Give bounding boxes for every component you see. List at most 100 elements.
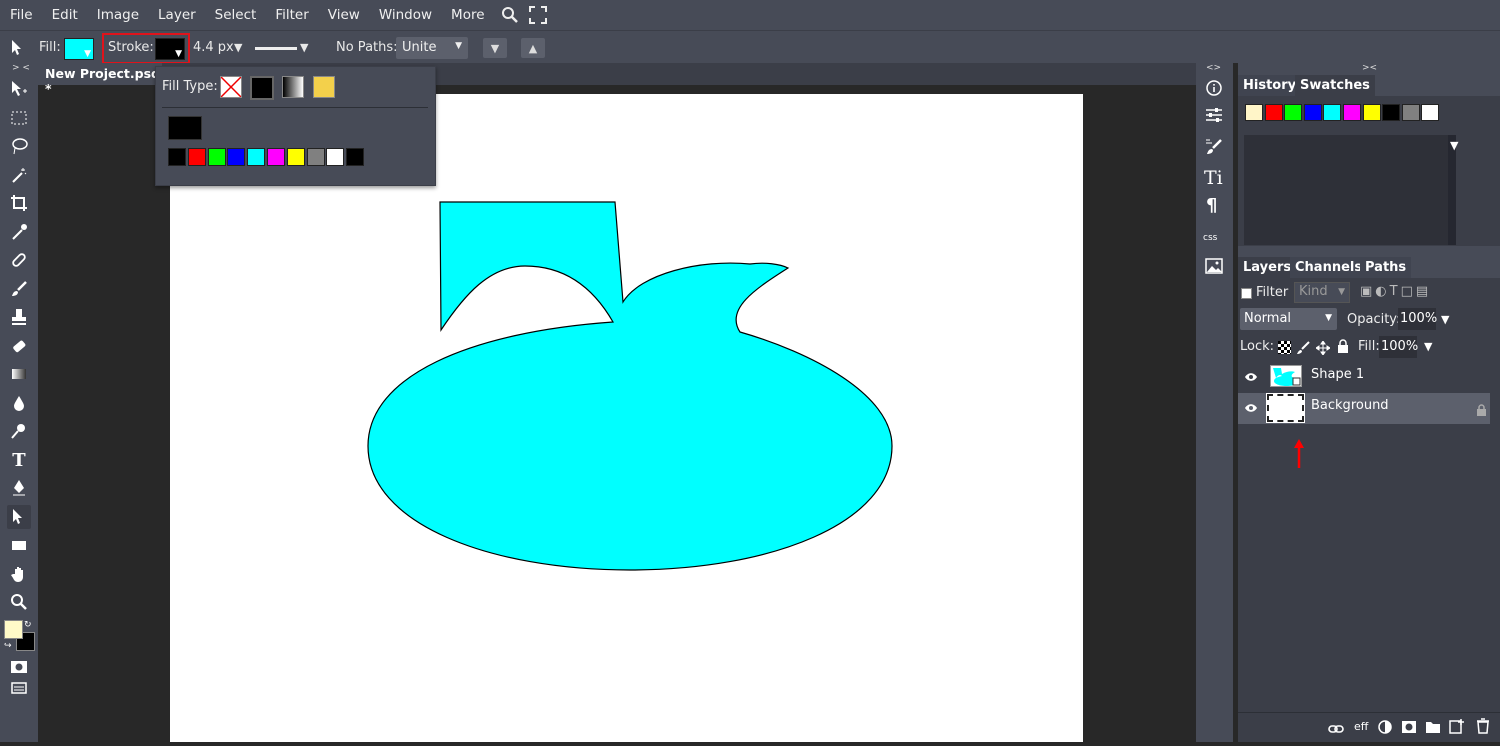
- swatch-color[interactable]: [1343, 104, 1361, 121]
- zoom-icon[interactable]: [7, 590, 31, 614]
- swatch-color[interactable]: [1323, 104, 1342, 121]
- filter-checkbox[interactable]: [1241, 288, 1252, 299]
- menu-window[interactable]: Window: [379, 7, 432, 23]
- menu-file[interactable]: File: [10, 7, 33, 23]
- folder-icon[interactable]: [1425, 719, 1441, 738]
- chevron-down-icon[interactable]: ▼: [234, 41, 242, 54]
- css-icon[interactable]: css: [1203, 233, 1217, 243]
- eraser-icon[interactable]: [7, 334, 31, 358]
- menu-image[interactable]: Image: [97, 7, 139, 23]
- palette-color-swatch[interactable]: [168, 148, 186, 166]
- layer-fill-input[interactable]: 100%: [1379, 336, 1418, 358]
- new-layer-icon[interactable]: [1449, 718, 1465, 738]
- palette-color-swatch[interactable]: [227, 148, 246, 166]
- path-down-button[interactable]: ▼: [483, 38, 507, 58]
- chevron-down-icon[interactable]: ▼: [1441, 313, 1449, 326]
- swatch-color[interactable]: [1401, 104, 1420, 121]
- path-operation-dropdown[interactable]: Unite ▼: [396, 37, 468, 59]
- link-icon[interactable]: [1328, 720, 1344, 739]
- swap-colors-icon[interactable]: ↻: [24, 620, 32, 630]
- lock-move-icon[interactable]: [1315, 340, 1331, 359]
- dodge-icon[interactable]: [7, 419, 31, 443]
- opacity-input[interactable]: 100%: [1398, 308, 1437, 330]
- palette-color-swatch[interactable]: [207, 148, 226, 166]
- menu-layer[interactable]: Layer: [158, 7, 196, 23]
- chevron-down-icon[interactable]: ▼: [300, 41, 308, 54]
- palette-color-swatch[interactable]: [306, 148, 325, 166]
- swatch-color[interactable]: [1382, 104, 1401, 121]
- magic-wand-icon[interactable]: [7, 163, 31, 187]
- path-select-icon[interactable]: [7, 505, 31, 529]
- swatch-color[interactable]: [1264, 104, 1283, 121]
- menu-more[interactable]: More: [451, 7, 484, 23]
- paragraph-icon[interactable]: ¶: [1206, 195, 1217, 216]
- palette-color-swatch[interactable]: [326, 148, 345, 166]
- palette-color-swatch[interactable]: [187, 148, 206, 166]
- lock-paint-icon[interactable]: [1296, 340, 1310, 359]
- no-fill-option[interactable]: [220, 76, 242, 98]
- lasso-icon[interactable]: [7, 134, 31, 158]
- current-stroke-color[interactable]: [168, 116, 202, 140]
- swatch-color[interactable]: [1303, 104, 1322, 121]
- menu-select[interactable]: Select: [215, 7, 257, 23]
- layer-row-shape-1[interactable]: Shape 1: [1238, 362, 1490, 393]
- gradient-fill-option[interactable]: [282, 76, 304, 98]
- visibility-eye-icon[interactable]: [1244, 372, 1258, 382]
- tab-layers[interactable]: Layers: [1238, 257, 1297, 278]
- type-icon[interactable]: T: [7, 448, 31, 472]
- marquee-icon[interactable]: [7, 106, 31, 130]
- cyan-shape[interactable]: [367, 201, 893, 571]
- move-icon[interactable]: [7, 77, 31, 101]
- swatch-color[interactable]: [1245, 104, 1263, 121]
- hand-icon[interactable]: [7, 562, 31, 586]
- lock-transparency-icon[interactable]: [1278, 341, 1291, 354]
- blur-icon[interactable]: [7, 391, 31, 415]
- layer-effects-button[interactable]: eff: [1354, 720, 1368, 733]
- chevron-down-icon[interactable]: ▼: [1424, 340, 1432, 353]
- healing-icon[interactable]: [7, 248, 31, 272]
- stroke-width-value[interactable]: 4.4 px: [193, 40, 234, 55]
- adjust-icon[interactable]: [1205, 106, 1223, 128]
- crop-icon[interactable]: [7, 191, 31, 215]
- layer-row-background[interactable]: Background: [1238, 393, 1490, 424]
- swatch-color[interactable]: [1362, 104, 1381, 121]
- shape-layer-drawing[interactable]: [170, 94, 1083, 742]
- trash-icon[interactable]: [1476, 718, 1490, 738]
- screen-mode-icon[interactable]: [7, 676, 31, 700]
- collapse-toggle[interactable]: > <: [12, 63, 30, 73]
- tab-swatches[interactable]: Swatches: [1295, 75, 1375, 96]
- image-icon[interactable]: [1205, 258, 1223, 278]
- swatch-color[interactable]: [1421, 104, 1440, 121]
- menu-view[interactable]: View: [328, 7, 360, 23]
- foreground-color-swatch[interactable]: [4, 620, 23, 639]
- fill-color-swatch[interactable]: ▼: [64, 38, 94, 60]
- canvas[interactable]: [170, 94, 1083, 742]
- pen-icon[interactable]: [7, 476, 31, 500]
- stroke-style-selector[interactable]: [255, 47, 297, 50]
- swatch-color[interactable]: [1284, 104, 1303, 121]
- collapse-toggle[interactable]: <>: [1206, 63, 1221, 73]
- stamp-icon[interactable]: [7, 305, 31, 329]
- gradient-icon[interactable]: [7, 362, 31, 386]
- eyedropper-icon[interactable]: [7, 220, 31, 244]
- menu-edit[interactable]: Edit: [52, 7, 78, 23]
- palette-color-swatch[interactable]: [247, 148, 266, 166]
- character-icon[interactable]: Ti: [1204, 167, 1223, 189]
- fullscreen-icon[interactable]: [528, 5, 548, 25]
- blend-mode-dropdown[interactable]: Normal ▼: [1240, 308, 1337, 330]
- lock-all-icon[interactable]: [1336, 339, 1350, 358]
- path-up-button[interactable]: ▲: [521, 38, 545, 58]
- palette-color-swatch[interactable]: [346, 148, 365, 166]
- kind-dropdown[interactable]: Kind ▼: [1294, 282, 1350, 303]
- pattern-fill-option[interactable]: [313, 76, 335, 98]
- palette-color-swatch[interactable]: [286, 148, 305, 166]
- brush-settings-icon[interactable]: [1205, 138, 1223, 160]
- brush-icon[interactable]: [7, 277, 31, 301]
- solid-fill-option[interactable]: [250, 76, 274, 100]
- palette-color-swatch[interactable]: [267, 148, 285, 166]
- menu-filter[interactable]: Filter: [275, 7, 308, 23]
- rectangle-icon[interactable]: [7, 533, 31, 557]
- document-tab[interactable]: New Project.psd *: [38, 63, 162, 96]
- tab-history[interactable]: History: [1238, 75, 1302, 96]
- tab-paths[interactable]: Paths: [1360, 257, 1412, 278]
